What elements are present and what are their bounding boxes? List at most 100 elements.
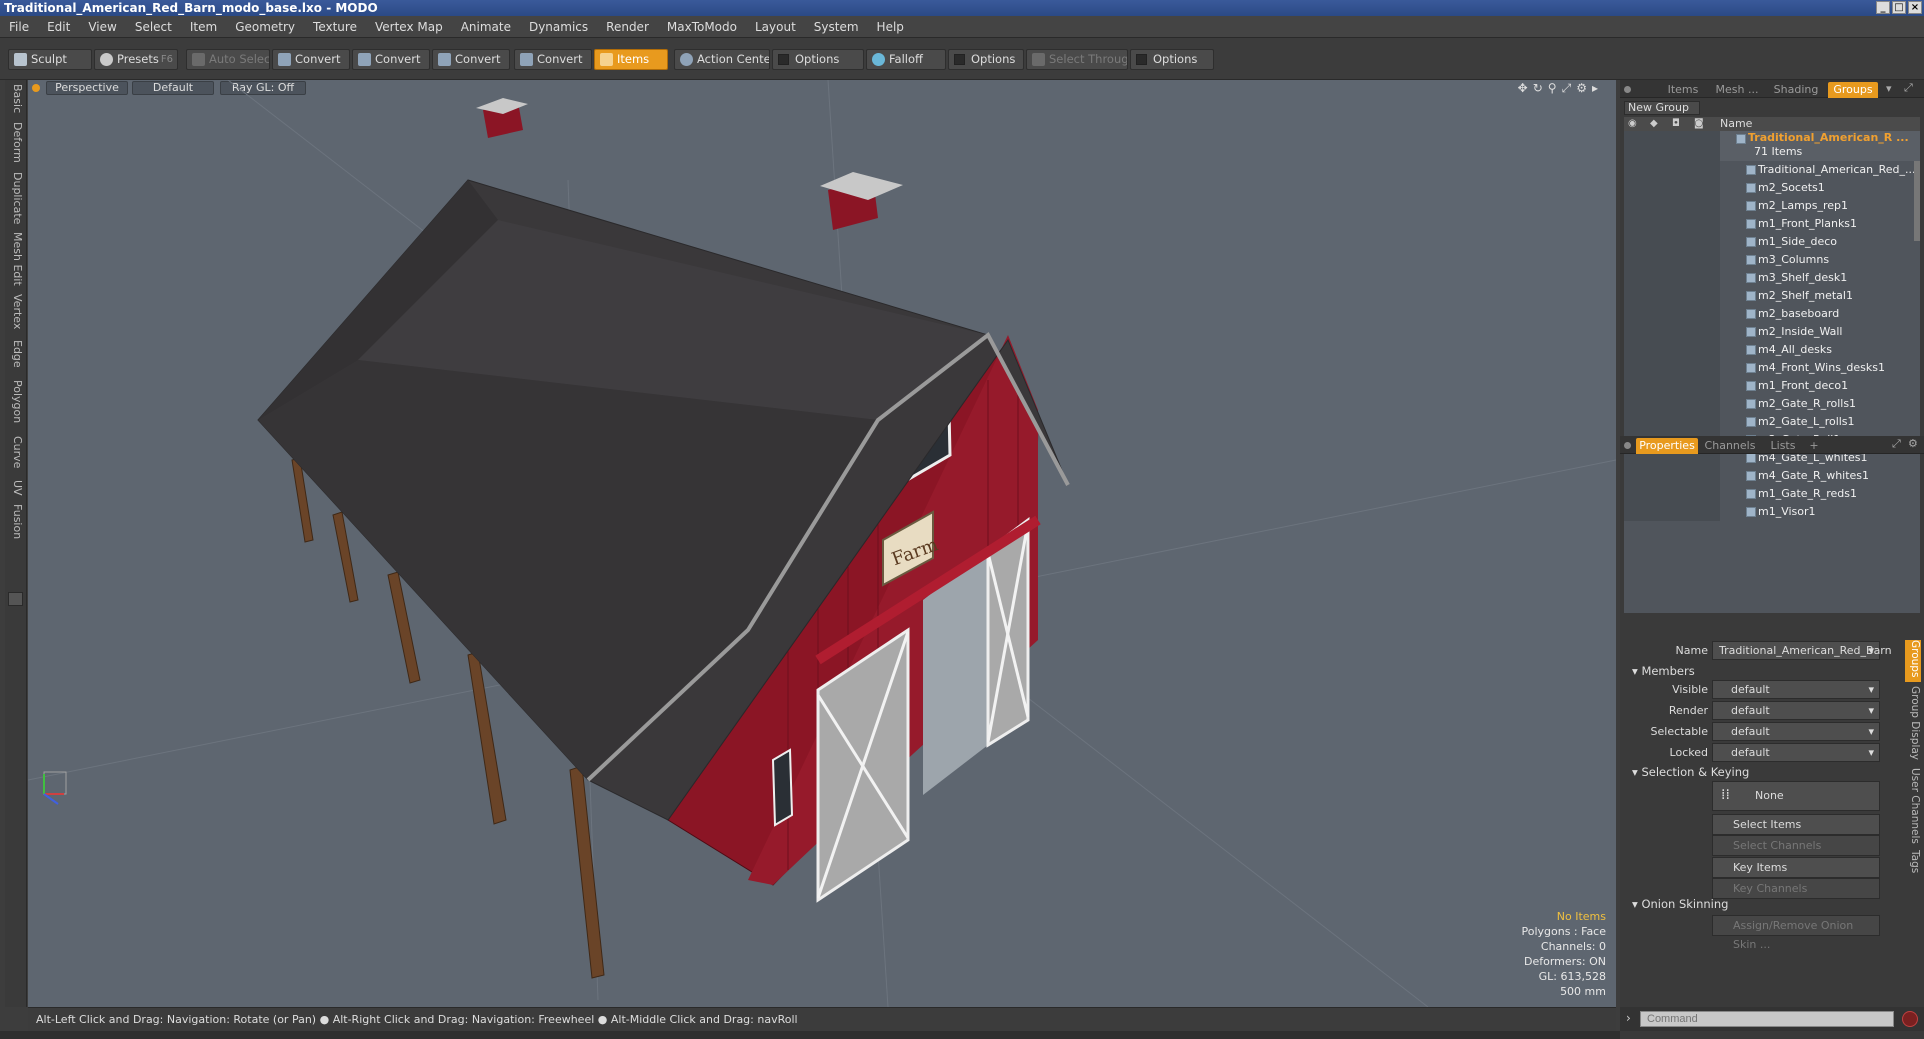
- render-icon[interactable]: ◆: [1650, 118, 1658, 129]
- tab-overflow-chevron-icon[interactable]: ▾: [1886, 82, 1892, 95]
- group-root-row[interactable]: Traditional_American_R ... 71 Items: [1624, 131, 1920, 161]
- tab-curve[interactable]: Curve: [8, 436, 24, 468]
- list-item[interactable]: m2_Inside_Wall: [1624, 323, 1920, 341]
- panel-expand-icon[interactable]: ⤢: [1904, 81, 1913, 95]
- visible-dropdown[interactable]: default: [1712, 680, 1880, 699]
- tab-vertex[interactable]: Vertex: [8, 294, 24, 329]
- tab-mesh-edit[interactable]: Mesh Edit: [8, 232, 24, 286]
- tab-mesh[interactable]: Mesh ...: [1710, 82, 1764, 98]
- minimize-icon[interactable]: _: [1876, 1, 1890, 14]
- close-icon[interactable]: ×: [1908, 1, 1922, 14]
- record-icon[interactable]: [1902, 1011, 1918, 1027]
- tab-items[interactable]: Items: [1660, 82, 1706, 98]
- group-name-field[interactable]: Traditional_American_Red_Barn: [1712, 641, 1892, 660]
- lock-icon[interactable]: ◘: [1672, 118, 1680, 129]
- menu-edit[interactable]: Edit: [38, 16, 79, 38]
- menu-system[interactable]: System: [805, 16, 868, 38]
- tab-groups[interactable]: Groups: [1828, 82, 1878, 98]
- add-tab-button[interactable]: +: [1806, 438, 1822, 454]
- options-checkbox[interactable]: [1136, 54, 1147, 65]
- falloff-button[interactable]: Falloff: [866, 49, 946, 70]
- list-item[interactable]: m2_baseboard: [1624, 305, 1920, 323]
- menu-geometry[interactable]: Geometry: [226, 16, 304, 38]
- onion-skinning-section[interactable]: ▾ Onion Skinning: [1632, 897, 1728, 911]
- items-mode-button[interactable]: Items: [594, 49, 668, 70]
- tab-channels[interactable]: Channels: [1702, 438, 1758, 454]
- side-tab-user-channels[interactable]: User Channels: [1905, 768, 1921, 844]
- menu-dynamics[interactable]: Dynamics: [520, 16, 597, 38]
- panel-menu-icon[interactable]: [1624, 442, 1631, 449]
- list-item[interactable]: Traditional_American_Red_...: [1624, 161, 1920, 179]
- select-icon[interactable]: ◙: [1694, 118, 1704, 129]
- tab-lists[interactable]: Lists: [1762, 438, 1804, 454]
- list-item[interactable]: m2_Gate_R_rolls1: [1624, 395, 1920, 413]
- key-items-button[interactable]: Key Items: [1712, 857, 1880, 878]
- presets-button[interactable]: Presets F6: [94, 49, 178, 70]
- menu-item[interactable]: Item: [181, 16, 226, 38]
- 3d-viewport[interactable]: Perspective Default Ray GL: Off ✥ ↻ ⚲ ⤢ ⚙ ▸: [28, 80, 1616, 1007]
- side-tab-group-display[interactable]: Group Display: [1905, 686, 1921, 760]
- side-tab-groups[interactable]: Groups: [1905, 640, 1921, 682]
- tab-uv[interactable]: UV: [8, 480, 24, 496]
- menu-layout[interactable]: Layout: [746, 16, 805, 38]
- options-checkbox[interactable]: [778, 54, 789, 65]
- list-item[interactable]: m1_Front_deco1: [1624, 377, 1920, 395]
- action-center-button[interactable]: Action Center: [674, 49, 770, 70]
- list-item[interactable]: m3_Columns: [1624, 251, 1920, 269]
- tab-polygon[interactable]: Polygon: [8, 380, 24, 423]
- render-dropdown[interactable]: default: [1712, 701, 1880, 720]
- keying-mode-button[interactable]: ⁞⁞ None: [1712, 781, 1880, 811]
- list-item[interactable]: m2_Socets1: [1624, 179, 1920, 197]
- assign-onion-skin-button[interactable]: Assign/Remove Onion Skin ...: [1712, 915, 1880, 951]
- options-checkbox[interactable]: [954, 54, 965, 65]
- select-channels-button[interactable]: Select Channels: [1712, 835, 1880, 856]
- list-scrollbar[interactable]: [1914, 161, 1920, 241]
- menu-texture[interactable]: Texture: [304, 16, 366, 38]
- command-input[interactable]: [1640, 1011, 1894, 1027]
- convert-button-1[interactable]: Convert: [272, 49, 350, 70]
- convert-button-3[interactable]: Convert: [432, 49, 510, 70]
- selectable-dropdown[interactable]: default: [1712, 722, 1880, 741]
- menu-render[interactable]: Render: [597, 16, 658, 38]
- list-item[interactable]: m2_Shelf_metal1: [1624, 287, 1920, 305]
- list-item[interactable]: m4_All_desks: [1624, 341, 1920, 359]
- menu-select[interactable]: Select: [126, 16, 181, 38]
- members-section[interactable]: ▾ Members: [1632, 664, 1695, 678]
- tab-basic[interactable]: Basic: [8, 84, 24, 113]
- new-group-button[interactable]: New Group: [1624, 101, 1700, 115]
- list-item[interactable]: m2_Gate_L_rolls1: [1624, 413, 1920, 431]
- menu-view[interactable]: View: [79, 16, 125, 38]
- select-items-button[interactable]: Select Items: [1712, 814, 1880, 835]
- list-item[interactable]: m2_Lamps_rep1: [1624, 197, 1920, 215]
- tab-properties[interactable]: Properties: [1636, 438, 1698, 454]
- locked-dropdown[interactable]: default: [1712, 743, 1880, 762]
- maximize-icon[interactable]: □: [1892, 1, 1906, 14]
- tab-duplicate[interactable]: Duplicate: [8, 172, 24, 224]
- selection-keying-section[interactable]: ▾ Selection & Keying: [1632, 765, 1749, 779]
- menu-maxtomodo[interactable]: MaxToModo: [658, 16, 746, 38]
- list-item[interactable]: m1_Side_deco: [1624, 233, 1920, 251]
- options-button-2[interactable]: Options: [948, 49, 1024, 70]
- panel-settings-gear-icon[interactable]: ⚙: [1908, 437, 1918, 450]
- list-item[interactable]: m1_Front_Planks1: [1624, 215, 1920, 233]
- options-button-3[interactable]: Options: [1130, 49, 1214, 70]
- panel-menu-icon[interactable]: [1624, 86, 1631, 93]
- tab-shading[interactable]: Shading: [1768, 82, 1824, 98]
- key-channels-button[interactable]: Key Channels: [1712, 878, 1880, 899]
- menu-file[interactable]: File: [0, 16, 38, 38]
- list-item[interactable]: m3_Shelf_desk1: [1624, 269, 1920, 287]
- list-item[interactable]: m4_Gate_R_whites1: [1624, 467, 1920, 485]
- menu-help[interactable]: Help: [868, 16, 913, 38]
- list-item[interactable]: m4_Front_Wins_desks1: [1624, 359, 1920, 377]
- side-tab-tags[interactable]: Tags: [1905, 850, 1921, 873]
- options-button-1[interactable]: Options: [772, 49, 864, 70]
- menu-animate[interactable]: Animate: [452, 16, 520, 38]
- menu-vertex-map[interactable]: Vertex Map: [366, 16, 452, 38]
- tab-fusion[interactable]: Fusion: [8, 504, 24, 539]
- auto-select-button[interactable]: Auto Select: [186, 49, 270, 70]
- panel-expand-icon[interactable]: ⤢: [1892, 437, 1901, 451]
- tab-toggle-icon[interactable]: [8, 592, 23, 606]
- select-through-button[interactable]: Select Through: [1026, 49, 1128, 70]
- sculpt-button[interactable]: Sculpt: [8, 49, 92, 70]
- convert-button-2[interactable]: Convert: [352, 49, 430, 70]
